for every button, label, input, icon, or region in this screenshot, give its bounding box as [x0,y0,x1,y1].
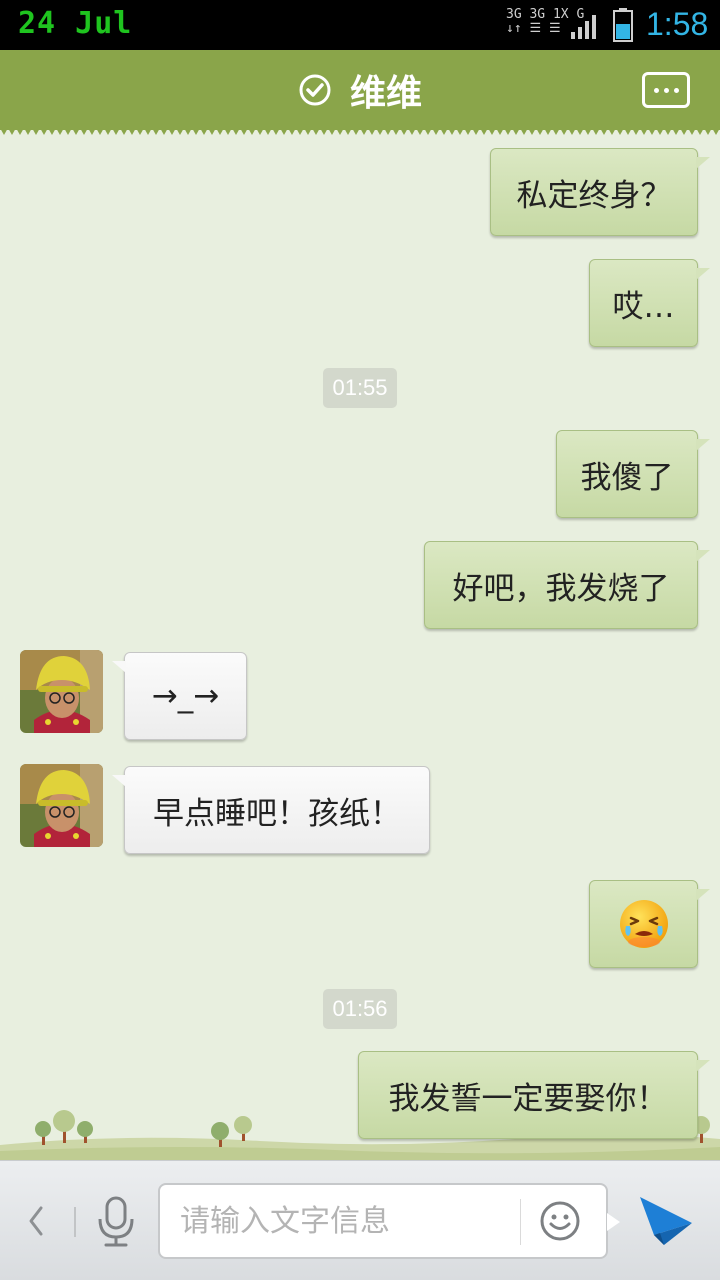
contact-name[interactable]: 维维 [350,64,422,116]
message-bubble-outgoing[interactable]: 我傻了 [556,430,710,518]
back-button[interactable] [20,1199,52,1243]
input-bar [0,1160,720,1280]
message-text: 早点睡吧！孩纸！ [153,795,401,832]
smiley-icon[interactable] [538,1199,582,1243]
check-circle-icon [299,74,331,106]
message-timestamp: 01:56 [323,989,397,1029]
message-bubble-outgoing[interactable] [589,880,710,968]
signal-icon [571,15,596,39]
status-bar: 24 Jul 3G 3G 1X G ↓↑ ☰ ☰ 1:58 [0,0,720,50]
message-text: 哎… [612,288,675,325]
message-bubble-incoming[interactable]: →_→ [112,652,247,740]
crying-face-emoji [619,900,668,948]
header-zigzag-edge [0,128,720,138]
message-timestamp: 01:55 [323,368,397,408]
more-options-button[interactable] [642,72,690,108]
chat-header: 维维 [0,50,720,130]
battery-icon [613,8,633,42]
message-text: 私定终身？ [516,177,672,214]
divider [74,1207,76,1237]
message-bubble-incoming[interactable]: 早点睡吧！孩纸！ [112,766,430,854]
message-bubble-outgoing[interactable]: 私定终身？ [490,148,710,236]
timestamp-text: 01:55 [332,375,388,400]
message-input-box[interactable] [158,1183,620,1259]
message-text: 我傻了 [580,459,674,496]
message-bubble-outgoing[interactable]: 我发誓一定要娶你！ [358,1051,710,1139]
more-dots-icon [653,87,659,93]
status-date: 24 Jul [18,6,133,41]
status-time: 1:58 [646,6,709,42]
send-button[interactable] [638,1195,694,1247]
microphone-icon[interactable] [96,1195,136,1249]
avatar[interactable] [20,650,103,733]
message-text: 好吧，我发烧了 [452,570,670,607]
timestamp-text: 01:56 [332,996,388,1021]
message-bubble-outgoing[interactable]: 好吧，我发烧了 [424,541,710,629]
message-text: →_→ [151,678,220,714]
message-input[interactable] [180,1193,510,1249]
message-bubble-outgoing[interactable]: 哎… [589,259,710,347]
divider [520,1199,521,1245]
message-text: 我发誓一定要娶你！ [388,1080,668,1117]
chevron-left-icon [29,1206,43,1236]
avatar[interactable] [20,764,103,847]
